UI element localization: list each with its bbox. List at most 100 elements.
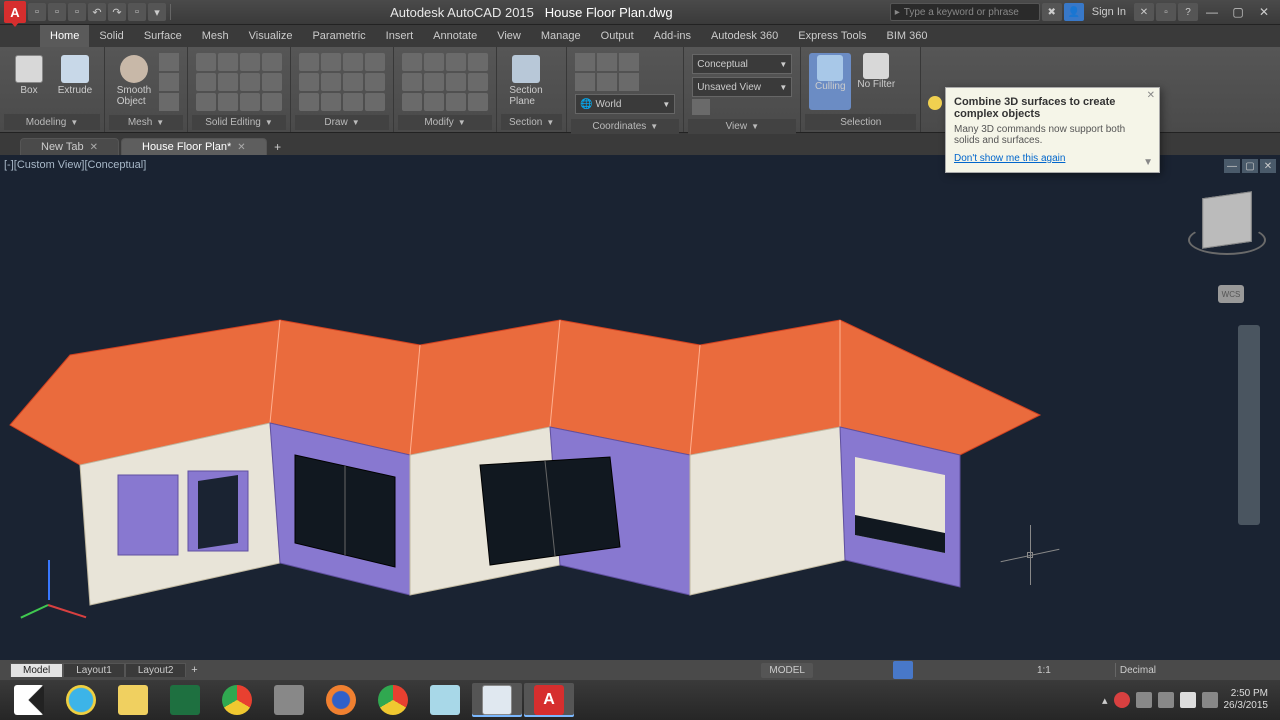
tray-icon[interactable] [1114, 692, 1130, 708]
status-lwt-icon[interactable] [993, 661, 1013, 679]
ucs-tool-icon[interactable] [597, 53, 617, 71]
ucs-tool-icon[interactable] [619, 53, 639, 71]
solid-tool-icon[interactable] [196, 73, 216, 91]
qat-open-icon[interactable]: ▫ [48, 3, 66, 21]
modify-tool-icon[interactable] [424, 53, 444, 71]
status-dyn-icon[interactable] [973, 661, 993, 679]
qat-dropdown-icon[interactable]: ▾ [148, 3, 166, 21]
solid-tool-icon[interactable] [196, 53, 216, 71]
modify-tool-icon[interactable] [468, 53, 488, 71]
draw-tool-icon[interactable] [343, 53, 363, 71]
taskbar-autocad-icon[interactable]: A [524, 683, 574, 717]
help-search-input[interactable]: ▸Type a keyword or phrase [890, 3, 1040, 21]
close-icon[interactable]: ✕ [237, 142, 245, 153]
tab-mesh[interactable]: Mesh [192, 25, 239, 47]
taskbar-excel-icon[interactable] [160, 683, 210, 717]
viewport-minimize-icon[interactable]: — [1224, 159, 1240, 173]
status-annoauto-icon[interactable] [1095, 661, 1115, 679]
solid-tool-icon[interactable] [218, 53, 238, 71]
navigation-bar[interactable] [1238, 325, 1260, 525]
mesh-tool-icon[interactable] [159, 93, 179, 111]
draw-tool-icon[interactable] [343, 73, 363, 91]
status-polar-icon[interactable] [873, 661, 893, 679]
qat-new-icon[interactable]: ▫ [28, 3, 46, 21]
modify-tool-icon[interactable] [402, 73, 422, 91]
draw-tool-icon[interactable] [299, 73, 319, 91]
tab-expresstools[interactable]: Express Tools [788, 25, 876, 47]
solid-tool-icon[interactable] [240, 53, 260, 71]
modify-tool-icon[interactable] [402, 53, 422, 71]
help-icon[interactable]: ? [1178, 3, 1198, 21]
taskbar-folder-icon[interactable] [472, 683, 522, 717]
taskbar-app2-icon[interactable] [420, 683, 470, 717]
status-annovis-icon[interactable] [1075, 661, 1095, 679]
tray-icon[interactable] [1136, 692, 1152, 708]
a360-icon[interactable]: ▫ [1156, 3, 1176, 21]
status-iso-icon[interactable] [1220, 661, 1240, 679]
exchange-icon[interactable]: ✕ [1134, 3, 1154, 21]
tab-insert[interactable]: Insert [376, 25, 424, 47]
solid-tool-icon[interactable] [240, 73, 260, 91]
draw-tool-icon[interactable] [343, 93, 363, 111]
tab-autodesk360[interactable]: Autodesk 360 [701, 25, 788, 47]
layout-tab-layout1[interactable]: Layout1 [63, 663, 125, 677]
ucs-tool-icon[interactable] [619, 73, 639, 91]
solid-tool-icon[interactable] [218, 73, 238, 91]
modify-tool-icon[interactable] [424, 73, 444, 91]
tab-parametric[interactable]: Parametric [302, 25, 375, 47]
tray-network-icon[interactable] [1158, 692, 1174, 708]
maximize-button[interactable]: ▢ [1226, 2, 1250, 22]
tab-addins[interactable]: Add-ins [644, 25, 701, 47]
viewport-maximize-icon[interactable]: ▢ [1242, 159, 1258, 173]
status-ortho-icon[interactable] [853, 661, 873, 679]
ucs-tool-icon[interactable] [575, 73, 595, 91]
smooth-object-button[interactable]: Smooth Object [113, 53, 155, 111]
close-button[interactable]: ✕ [1252, 2, 1276, 22]
tip-dismiss-link[interactable]: Don't show me this again [954, 153, 1065, 164]
taskbar-chrome-icon[interactable] [212, 683, 262, 717]
status-clean-icon[interactable] [1240, 661, 1260, 679]
section-plane-button[interactable]: Section Plane [505, 53, 547, 110]
ucs-tool-icon[interactable] [597, 73, 617, 91]
close-icon[interactable]: ✕ [90, 142, 98, 153]
modify-tool-icon[interactable] [446, 53, 466, 71]
layout-tab-model[interactable]: Model [10, 663, 63, 677]
app-menu-button[interactable]: A [4, 1, 26, 23]
file-tab-newtab[interactable]: New Tab✕ [20, 138, 119, 155]
modify-tool-icon[interactable] [446, 93, 466, 111]
modify-tool-icon[interactable] [402, 93, 422, 111]
qat-undo-icon[interactable]: ↶ [88, 3, 106, 21]
status-ws-icon[interactable] [1180, 661, 1200, 679]
solid-tool-icon[interactable] [262, 53, 282, 71]
draw-tool-icon[interactable] [365, 53, 385, 71]
status-snap-icon[interactable] [833, 661, 853, 679]
draw-tool-icon[interactable] [321, 93, 341, 111]
solid-tool-icon[interactable] [218, 93, 238, 111]
no-filter-button[interactable]: No Filter [855, 53, 897, 110]
status-tpy-icon[interactable] [1013, 661, 1033, 679]
modify-tool-icon[interactable] [468, 73, 488, 91]
nav-wcs-badge[interactable]: WCS [1218, 285, 1244, 303]
status-grid-icon[interactable] [813, 661, 833, 679]
status-modelspace[interactable]: MODEL [761, 663, 813, 678]
status-osnap-icon[interactable] [893, 661, 913, 679]
culling-button[interactable]: Culling [809, 53, 851, 110]
extrude-button[interactable]: Extrude [54, 53, 96, 110]
mesh-tool-icon[interactable] [159, 53, 179, 71]
file-tab-add-button[interactable]: + [269, 139, 287, 155]
modify-tool-icon[interactable] [468, 93, 488, 111]
status-qp-icon[interactable] [1160, 661, 1180, 679]
user-icon[interactable]: 👤 [1064, 3, 1084, 21]
tab-output[interactable]: Output [591, 25, 644, 47]
solid-tool-icon[interactable] [196, 93, 216, 111]
tab-bim360[interactable]: BIM 360 [877, 25, 938, 47]
ucs-tool-icon[interactable] [575, 53, 595, 71]
status-gear-icon[interactable] [1055, 661, 1075, 679]
status-ducs-icon[interactable] [953, 661, 973, 679]
qat-print-icon[interactable]: ▫ [128, 3, 146, 21]
tab-solid[interactable]: Solid [89, 25, 133, 47]
view-tool-icon[interactable] [692, 99, 710, 115]
visual-style-dropdown[interactable]: Conceptual▼ [692, 54, 792, 74]
tab-visualize[interactable]: Visualize [239, 25, 303, 47]
drawing-viewport[interactable]: [-][Custom View][Conceptual] — ▢ ✕ WCS [0, 155, 1280, 660]
